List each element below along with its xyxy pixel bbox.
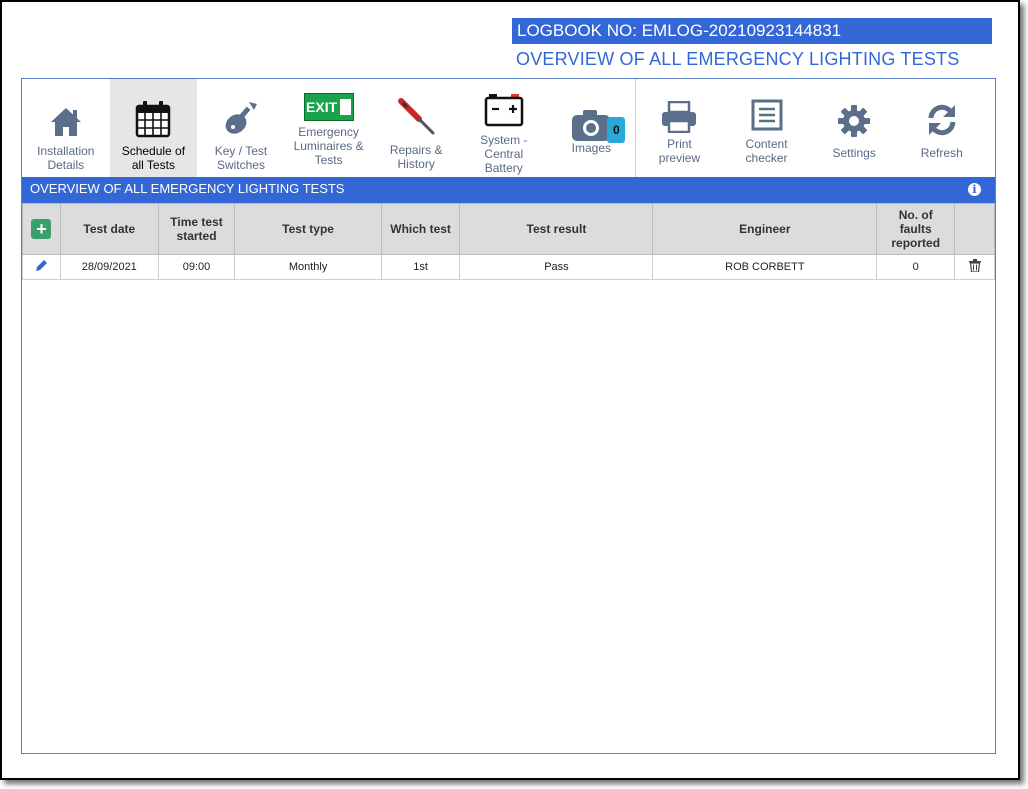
toolbar-label: Schedule of all Tests [121, 144, 186, 172]
toolbar-schedule-of-all-tests[interactable]: Schedule of all Tests [109, 79, 198, 177]
toolbar-label: Emergency Luminaires & Tests [293, 125, 364, 167]
toolbar-repairs-history[interactable]: Repairs & History [372, 79, 460, 177]
toolbar-central-battery[interactable]: System - Central Battery [460, 79, 548, 177]
section-title: OVERVIEW OF ALL EMERGENCY LIGHTING TESTS [30, 181, 345, 196]
toolbar-label: System - Central Battery [480, 133, 528, 175]
col-test-date[interactable]: Test date [59, 203, 159, 255]
exit-sign-icon: EXIT [303, 93, 354, 121]
toolbar-label: Installation Details [37, 144, 95, 172]
printer-icon [661, 97, 697, 133]
screwdriver-icon [395, 93, 437, 137]
exit-sign-text: EXIT [306, 99, 338, 115]
toolbar-images[interactable]: 0 Images [548, 79, 636, 177]
cell-test-result: Pass [459, 254, 654, 280]
cell-which-test: 1st [380, 254, 461, 280]
page-title: OVERVIEW OF ALL EMERGENCY LIGHTING TESTS [516, 49, 960, 69]
checklist-icon [751, 97, 783, 131]
col-test-result[interactable]: Test result [459, 203, 654, 255]
col-engineer[interactable]: Engineer [652, 203, 878, 255]
toolbar-print-preview[interactable]: Print preview [635, 79, 723, 177]
toolbar-emergency-luminaires[interactable]: EXIT Emergency Luminaires & Tests [285, 79, 373, 177]
battery-icon [484, 91, 524, 127]
refresh-icon [925, 104, 959, 137]
key-switch-icon [221, 94, 261, 138]
col-which-test[interactable]: Which test [380, 203, 461, 255]
logbook-number: LOGBOOK NO: EMLOG-20210923144831 [512, 18, 992, 44]
toolbar-label: Refresh [920, 146, 963, 160]
col-time-started[interactable]: Time test started [157, 203, 236, 255]
toolbar-refresh[interactable]: Refresh [898, 79, 986, 177]
col-faults-reported[interactable]: No. of faults reported [876, 203, 956, 255]
col-test-type[interactable]: Test type [234, 203, 382, 255]
cell-time-started: 09:00 [157, 254, 236, 280]
pencil-icon[interactable] [35, 260, 48, 275]
calendar-icon [135, 94, 171, 138]
toolbar-label: Content checker [745, 137, 788, 165]
toolbar-label: Repairs & History [389, 143, 443, 171]
table-header-row: + Test date Time test started Test type … [22, 203, 995, 255]
info-icon[interactable]: i [968, 183, 981, 196]
toolbar-label: Settings [832, 146, 876, 160]
toolbar-label: Print preview [658, 137, 701, 165]
table-row[interactable]: 28/09/2021 09:00 Monthly 1st Pass ROB CO… [22, 254, 995, 280]
add-column-header: + [22, 203, 61, 255]
cell-test-type: Monthly [234, 254, 382, 280]
toolbar: Installation Details Schedule of all Tes… [22, 79, 995, 177]
add-test-button[interactable]: + [31, 219, 52, 239]
app-window: LOGBOOK NO: EMLOG-20210923144831 OVERVIE… [0, 0, 1020, 780]
house-icon [49, 94, 83, 138]
main-panel: Installation Details Schedule of all Tes… [21, 78, 996, 754]
toolbar-installation-details[interactable]: Installation Details [22, 79, 110, 177]
toolbar-content-checker[interactable]: Content checker [723, 79, 811, 177]
cell-faults: 0 [876, 254, 956, 280]
toolbar-label: Key / Test Switches [214, 144, 268, 172]
camera-icon: 0 [571, 101, 626, 143]
delete-column-header [954, 203, 995, 255]
tests-table: + Test date Time test started Test type … [22, 203, 995, 280]
toolbar-settings[interactable]: Settings [810, 79, 898, 177]
images-count-badge: 0 [607, 117, 626, 143]
cell-test-date: 28/09/2021 [59, 254, 159, 280]
toolbar-key-test-switches[interactable]: Key / Test Switches [197, 79, 285, 177]
cell-engineer: ROB CORBETT [652, 254, 878, 280]
section-header: OVERVIEW OF ALL EMERGENCY LIGHTING TESTS… [22, 177, 995, 203]
edit-cell [22, 254, 61, 280]
gear-icon [838, 105, 871, 137]
delete-cell [954, 254, 995, 280]
trash-icon[interactable] [968, 259, 981, 275]
toolbar-label: Images [571, 141, 612, 155]
